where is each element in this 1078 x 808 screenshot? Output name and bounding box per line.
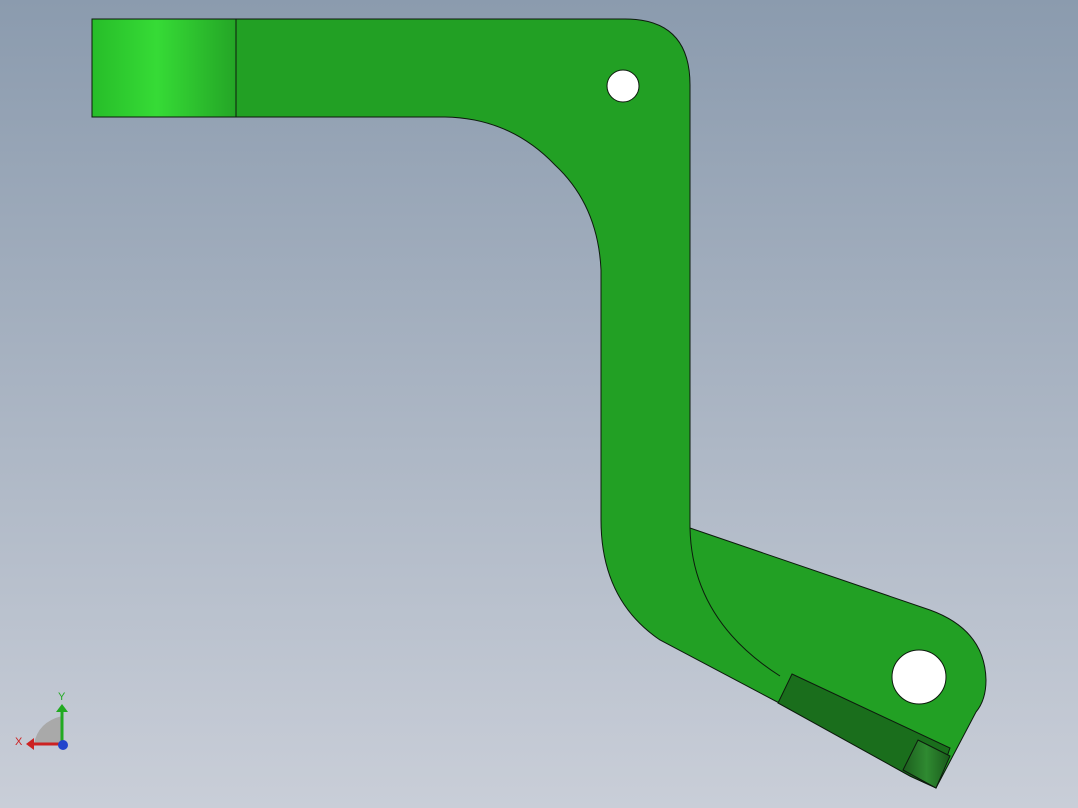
model-canvas[interactable]: Y X	[0, 0, 1078, 808]
z-axis-dot	[58, 740, 68, 750]
large-pivot-hole[interactable]	[891, 649, 947, 705]
y-axis-label: Y	[58, 691, 66, 703]
small-pivot-hole[interactable]	[606, 69, 640, 103]
3d-graphics-viewport[interactable]: Y X	[0, 0, 1078, 808]
cylinder-boss	[91, 18, 237, 118]
x-axis-label: X	[15, 736, 23, 748]
